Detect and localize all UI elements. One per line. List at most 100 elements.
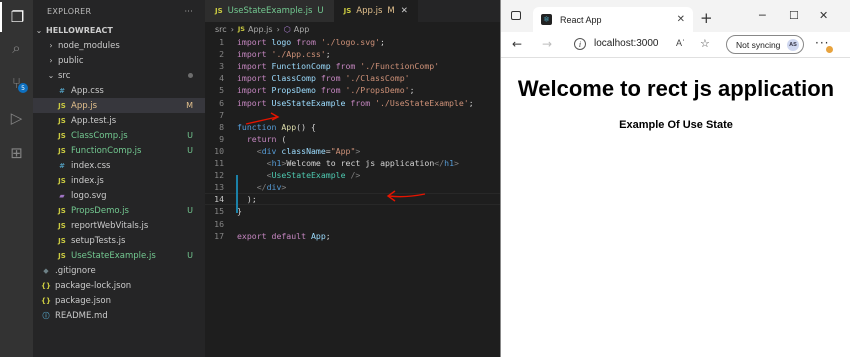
js-file-icon: JS <box>58 116 66 125</box>
code-line[interactable]: 1 import logo from './logo.svg'; <box>205 36 500 48</box>
file-tree-item[interactable]: › node_modules <box>33 38 205 53</box>
file-tree-item[interactable]: ⌄ src <box>33 68 205 83</box>
chevron-down-icon: ⌄ <box>47 71 55 80</box>
tab-usestateexample[interactable]: JS UseStateExample.js U <box>205 0 334 22</box>
code-text: <div className="App"> <box>256 145 361 156</box>
forward-icon[interactable]: → <box>542 37 552 51</box>
file-tree-label: package.json <box>55 295 111 306</box>
search-icon[interactable]: ⌕ <box>0 33 33 63</box>
explorer-sidebar: EXPLORER ··· ⌄ HELLOWREACT › node_modules… <box>33 0 205 357</box>
file-tree-item[interactable]: {} package-lock.json <box>33 278 205 293</box>
annotation-arrow-2 <box>386 190 426 202</box>
file-tree-item[interactable]: JS UseStateExample.js U <box>33 248 205 263</box>
new-tab-icon[interactable]: + <box>700 9 713 27</box>
file-tree-item[interactable]: JS PropsDemo.js U <box>33 203 205 218</box>
file-tree-label: index.js <box>71 175 104 186</box>
code-line[interactable]: 17 export default App; <box>205 230 500 242</box>
line-number: 9 <box>219 133 224 144</box>
code-line[interactable]: 2 import './App.css'; <box>205 48 500 60</box>
code-line[interactable]: 13 </div> <box>205 181 500 193</box>
line-number: 8 <box>219 121 224 132</box>
code-line[interactable]: 4 import ClassComp from './ClassComp' <box>205 72 500 84</box>
browser-titlebar: ⚛ React App ✕ + ─ ☐ ✕ <box>501 0 850 32</box>
close-icon[interactable]: ✕ <box>401 6 408 16</box>
file-tree-item[interactable]: JS FunctionComp.js U <box>33 143 205 158</box>
back-icon[interactable]: ← <box>512 37 522 51</box>
code-text: import FunctionComp from './FunctionComp… <box>237 61 440 72</box>
favorites-star-icon[interactable]: ☆ <box>700 37 710 50</box>
source-control-icon[interactable]: ⑂ 5 <box>0 68 33 98</box>
json-file-icon: {} <box>41 281 51 290</box>
chevron-right-icon: › <box>276 24 280 34</box>
file-tree-item[interactable]: JS reportWebVitals.js <box>33 218 205 233</box>
activity-bar: ❐ ⌕ ⑂ 5 ▷ ⊞ <box>0 0 33 357</box>
breadcrumb-symbol[interactable]: App <box>294 25 310 34</box>
code-line[interactable]: 6 import UseStateExample from './UseState… <box>205 97 500 109</box>
address-bar[interactable]: localhost:3000 <box>594 38 659 49</box>
extensions-icon[interactable]: ⊞ <box>0 138 33 168</box>
file-tree-item[interactable]: {} package.json <box>33 293 205 308</box>
project-folder[interactable]: ⌄ HELLOWREACT <box>33 23 205 38</box>
file-tree-item[interactable]: # App.css <box>33 83 205 98</box>
chevron-down-icon: ⌄ <box>35 26 43 35</box>
file-tree-item[interactable]: JS App.test.js <box>33 113 205 128</box>
tab-actions-icon[interactable] <box>511 11 521 20</box>
code-line[interactable]: 15} <box>205 205 500 217</box>
line-number: 17 <box>214 230 224 241</box>
code-editor[interactable]: 1 import logo from './logo.svg'; 2 import '… <box>205 36 500 357</box>
file-tree-item[interactable]: JS ClassComp.js U <box>33 128 205 143</box>
close-window-icon[interactable]: ✕ <box>819 9 828 22</box>
explorer-title: EXPLORER <box>47 6 92 16</box>
js-file-icon: JS <box>58 236 66 245</box>
file-tree-item[interactable]: › public <box>33 53 205 68</box>
sync-button[interactable]: Not syncing AS <box>726 35 804 54</box>
file-tree-label: .gitignore <box>55 265 96 276</box>
browser-tab[interactable]: ⚛ React App ✕ <box>533 7 693 32</box>
line-number: 6 <box>219 97 224 108</box>
file-tree-item[interactable]: JS setupTests.js <box>33 233 205 248</box>
code-line[interactable]: 9 return ( <box>205 133 500 145</box>
run-debug-icon[interactable]: ▷ <box>0 103 33 133</box>
file-tree-item[interactable]: ▰ logo.svg <box>33 188 205 203</box>
file-tree-item[interactable]: ⓘ README.md <box>33 308 205 323</box>
explorer-icon[interactable]: ❐ <box>0 2 33 32</box>
file-tree-item[interactable]: JS App.js M <box>33 98 205 113</box>
code-text: export default App; <box>237 230 331 241</box>
file-tree-label: ClassComp.js <box>71 130 128 141</box>
page-heading: Welcome to rect js application <box>517 76 835 101</box>
warning-badge-icon <box>826 46 833 53</box>
file-tree-item[interactable]: JS index.js <box>33 173 205 188</box>
code-line[interactable]: 14 ); <box>205 193 500 206</box>
file-tree-label: index.css <box>71 160 111 171</box>
code-line[interactable]: 3 import FunctionComp from './FunctionCom… <box>205 60 500 72</box>
code-line[interactable]: 5 import PropsDemo from './PropsDemo'; <box>205 84 500 96</box>
file-tree-label: logo.svg <box>71 190 107 201</box>
code-line[interactable]: 11 <h1>Welcome to rect js application</h… <box>205 157 500 169</box>
line-number: 13 <box>214 182 224 193</box>
code-text: import './App.css'; <box>237 49 331 60</box>
explorer-more-icon[interactable]: ··· <box>184 7 193 16</box>
code-line[interactable]: 10 <div className="App"> <box>205 145 500 157</box>
js-file-icon: JS <box>58 146 66 155</box>
tab-app-js[interactable]: JS App.js M ✕ <box>333 0 418 22</box>
code-text: return ( <box>246 133 287 144</box>
maximize-icon[interactable]: ☐ <box>789 9 799 22</box>
js-file-icon: JS <box>215 7 223 15</box>
file-tree-item[interactable]: # index.css <box>33 158 205 173</box>
page-viewport: Welcome to rect js application Example O… <box>501 58 850 357</box>
breadcrumb-file[interactable]: App.js <box>248 25 273 34</box>
close-tab-icon[interactable]: ✕ <box>677 14 685 25</box>
browser-tab-title: React App <box>560 14 602 25</box>
code-line[interactable]: 12 <UseStateExample /> <box>205 169 500 181</box>
breadcrumb-folder[interactable]: src <box>215 25 227 34</box>
read-aloud-icon[interactable]: Aʾ <box>676 38 685 48</box>
code-text: import ClassComp from './ClassComp' <box>237 73 410 84</box>
file-tree-item[interactable]: ◆ .gitignore <box>33 263 205 278</box>
svg-file-icon: ▰ <box>59 191 65 200</box>
code-line[interactable]: 16 <box>205 218 500 230</box>
line-number: 1 <box>219 37 224 47</box>
site-info-icon[interactable]: i <box>574 38 586 50</box>
file-status-badge <box>188 71 193 80</box>
minimize-icon[interactable]: ─ <box>759 9 766 22</box>
info-file-icon: ⓘ <box>42 311 50 320</box>
